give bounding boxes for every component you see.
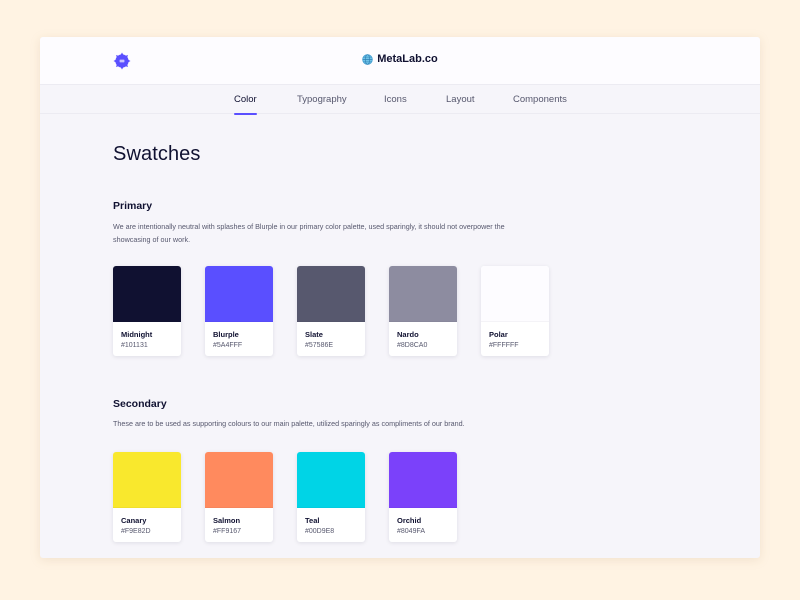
swatch-hex: #F9E82D	[121, 528, 151, 535]
brand-name: MetaLab.co	[377, 53, 438, 65]
swatch-card-salmon[interactable]: Salmon #FF9167	[205, 452, 273, 542]
swatch-hex: #101131	[121, 342, 148, 349]
swatch-color	[481, 266, 549, 322]
swatch-color	[205, 452, 273, 508]
tab-components[interactable]: Components	[513, 94, 567, 105]
brand: MetaLab.co	[40, 53, 760, 65]
swatch-name: Salmon	[213, 516, 241, 525]
primary-section-title: Primary	[113, 200, 153, 212]
swatch-color	[113, 266, 181, 322]
swatch-name: Slate	[305, 330, 323, 339]
tab-color[interactable]: Color	[234, 94, 257, 115]
swatch-name: Polar	[489, 330, 508, 339]
swatch-name: Canary	[121, 516, 147, 525]
page-title: Swatches	[113, 143, 201, 165]
swatch-hex: #00D9E8	[305, 528, 335, 535]
tab-typography[interactable]: Typography	[297, 94, 347, 105]
swatch-name: Midnight	[121, 330, 153, 339]
swatch-card-midnight[interactable]: Midnight #101131	[113, 266, 181, 356]
swatch-card-canary[interactable]: Canary #F9E82D	[113, 452, 181, 542]
tab-icons[interactable]: Icons	[384, 94, 407, 105]
swatch-card-polar[interactable]: Polar #FFFFFF	[481, 266, 549, 356]
swatch-hex: #8D8CA0	[397, 342, 428, 349]
top-bar: MetaLab.co	[40, 37, 760, 85]
swatch-hex: #8049FA	[397, 528, 426, 535]
swatch-hex: #FFFFFF	[489, 342, 519, 349]
swatch-card-slate[interactable]: Slate #57586E	[297, 266, 365, 356]
secondary-swatches: Canary #F9E82D Salmon #FF9167 Teal #00D9…	[113, 452, 457, 542]
section-tabs: Color Typography Icons Layout Components	[40, 86, 760, 115]
secondary-section-description: These are to be used as supporting colou…	[113, 419, 465, 428]
secondary-section-title: Secondary	[113, 398, 167, 410]
styleguide-window: MetaLab.co Color Typography Icons Layout…	[40, 37, 760, 558]
primary-swatches: Midnight #101131 Blurple #5A4FFF Slate #…	[113, 266, 549, 356]
swatch-color	[297, 266, 365, 322]
tab-layout[interactable]: Layout	[446, 94, 475, 105]
swatch-card-nardo[interactable]: Nardo #8D8CA0	[389, 266, 457, 356]
swatch-hex: #5A4FFF	[213, 342, 243, 349]
swatch-hex: #57586E	[305, 342, 334, 349]
swatch-card-blurple[interactable]: Blurple #5A4FFF	[205, 266, 273, 356]
swatch-card-teal[interactable]: Teal #00D9E8	[297, 452, 365, 542]
swatch-color	[113, 452, 181, 508]
swatch-color	[389, 266, 457, 322]
globe-icon	[362, 53, 373, 65]
swatch-name: Teal	[305, 516, 320, 525]
swatch-name: Blurple	[213, 330, 239, 339]
swatch-name: Orchid	[397, 516, 422, 525]
swatch-color	[389, 452, 457, 508]
swatch-color	[297, 452, 365, 508]
swatch-card-orchid[interactable]: Orchid #8049FA	[389, 452, 457, 542]
swatch-hex: #FF9167	[213, 528, 242, 535]
swatch-name: Nardo	[397, 330, 419, 339]
swatch-color	[205, 266, 273, 322]
primary-section-description: We are intentionally neutral with splash…	[113, 222, 505, 244]
